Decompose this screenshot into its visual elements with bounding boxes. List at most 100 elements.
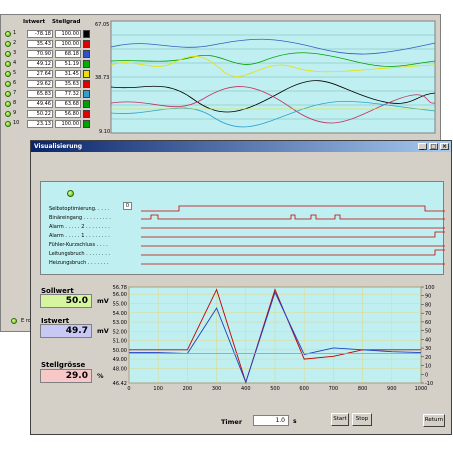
y-tick-label-left: 50.00 bbox=[113, 348, 127, 354]
istwert-cell: 27.64 bbox=[27, 70, 53, 78]
stellgroesse-label: Stellgrösse bbox=[41, 361, 86, 369]
stellgrad-cell: 51.19 bbox=[55, 60, 81, 68]
istwert-cell: 65.83 bbox=[27, 90, 53, 98]
start-button[interactable]: Start bbox=[331, 413, 349, 426]
y-tick-label-left: 49.00 bbox=[113, 357, 127, 363]
y-tick-label-left: 56.78 bbox=[113, 285, 127, 291]
istwert-cell: 49.12 bbox=[27, 60, 53, 68]
channel-row[interactable]: 6 29.62 35.63 bbox=[5, 80, 93, 89]
signal-label: Alarm . . . . . 2 . . . . . . . . bbox=[49, 224, 110, 230]
channel-color-swatch[interactable] bbox=[83, 50, 90, 58]
y-tick-label-right: 20 bbox=[425, 355, 431, 361]
stellgrad-column-header: Stellgrad bbox=[52, 19, 81, 25]
channel-led bbox=[5, 41, 11, 47]
y-tick-label-right: 60 bbox=[425, 320, 431, 326]
timer-unit: s bbox=[293, 418, 297, 425]
y-tick-label-left: 46.42 bbox=[113, 381, 127, 387]
timer-input[interactable]: 1.0 bbox=[253, 415, 289, 426]
channel-row[interactable]: 3 70.90 68.18 bbox=[5, 50, 93, 59]
istwert-cell: 23.13 bbox=[27, 120, 53, 128]
signal-label: Heizungsbruch . . . . . . . bbox=[49, 260, 109, 266]
channel-number: 5 bbox=[13, 70, 17, 76]
signal-traces bbox=[141, 205, 445, 265]
stellgrad-cell: 100.00 bbox=[55, 120, 81, 128]
channel-number: 6 bbox=[13, 80, 17, 86]
y-bottom-label: 9.10 bbox=[99, 129, 110, 135]
y-tick-label-left: 54.00 bbox=[113, 311, 127, 317]
channel-color-swatch[interactable] bbox=[83, 120, 90, 128]
stellgrad-cell: 68.18 bbox=[55, 50, 81, 58]
status-led bbox=[11, 318, 17, 324]
channel-color-swatch[interactable] bbox=[83, 70, 90, 78]
y-tick-label-left: 48.00 bbox=[113, 366, 127, 372]
stellgrad-cell: 100.00 bbox=[55, 30, 81, 38]
channel-number: 9 bbox=[13, 110, 17, 116]
channel-row[interactable]: 5 27.64 31.45 bbox=[5, 70, 93, 79]
channel-led bbox=[5, 121, 11, 127]
y-tick-label-right: 80 bbox=[425, 302, 431, 308]
channel-led bbox=[5, 111, 11, 117]
x-tick-label: 0 bbox=[127, 386, 130, 392]
y-tick-label-right: 10 bbox=[425, 364, 431, 370]
counter-field: 0 bbox=[123, 202, 132, 210]
channel-number: 1 bbox=[13, 30, 17, 36]
channel-color-swatch[interactable] bbox=[83, 40, 90, 48]
istwert-cell: 50.22 bbox=[27, 110, 53, 118]
channel-row[interactable]: 2 35.43 100.00 bbox=[5, 40, 93, 49]
timer-label: Timer bbox=[221, 418, 243, 426]
istwert-value: 49.7 bbox=[40, 324, 92, 338]
y-tick-label-right: 30 bbox=[425, 346, 431, 352]
x-tick-label: 500 bbox=[270, 386, 280, 392]
window-titlebar[interactable]: Visualisierung _ □ × bbox=[31, 141, 451, 152]
y-tick-label-right: 100 bbox=[425, 285, 435, 291]
channel-row[interactable]: 1 -78.18 100.00 bbox=[5, 30, 93, 39]
minimize-button[interactable]: _ bbox=[418, 143, 427, 150]
stellgrad-cell: 56.80 bbox=[55, 110, 81, 118]
y-tick-label-right: 40 bbox=[425, 337, 431, 343]
channel-row[interactable]: 9 50.22 56.80 bbox=[5, 110, 93, 119]
channel-color-swatch[interactable] bbox=[83, 80, 90, 88]
channel-led bbox=[5, 101, 11, 107]
y-tick-label-left: 56.00 bbox=[113, 292, 127, 298]
signal-label: Leitungsbruch . . . . . . . . bbox=[49, 251, 110, 257]
y-tick-label-left: 51.00 bbox=[113, 339, 127, 345]
stellgrad-cell: 63.68 bbox=[55, 100, 81, 108]
signal-label: Alarm . . . . . 1 . . . . . . . . bbox=[49, 233, 110, 239]
maximize-button[interactable]: □ bbox=[429, 143, 438, 150]
y-tick-label-right: 50 bbox=[425, 329, 431, 335]
process-chart: 0 100 200 300 400 500 600 700 800 900 100056.7856.… bbox=[113, 285, 435, 392]
channel-color-swatch[interactable] bbox=[83, 30, 90, 38]
channel-row[interactable]: 8 49.46 63.68 bbox=[5, 100, 93, 109]
istwert-cell: 29.62 bbox=[27, 80, 53, 88]
y-mid-label: 38.73 bbox=[95, 75, 109, 81]
channel-led bbox=[5, 91, 11, 97]
return-button[interactable]: Return bbox=[423, 414, 445, 427]
multi-channel-chart: 67.05 38.73 9.10 bbox=[95, 20, 436, 135]
channel-number: 4 bbox=[13, 60, 17, 66]
x-tick-label: 700 bbox=[329, 386, 339, 392]
channel-row[interactable]: 10 23.13 100.00 bbox=[5, 120, 93, 129]
x-tick-label: 300 bbox=[212, 386, 222, 392]
stop-button[interactable]: Stop bbox=[352, 413, 372, 426]
channel-led bbox=[5, 51, 11, 57]
channel-led bbox=[5, 31, 11, 37]
stellgrad-cell: 77.32 bbox=[55, 90, 81, 98]
y-tick-label-right: 0 bbox=[425, 372, 428, 378]
y-top-label: 67.05 bbox=[95, 22, 109, 28]
window-title: Visualisierung bbox=[34, 143, 83, 150]
y-tick-label-right: 90 bbox=[425, 294, 431, 300]
channel-number: 2 bbox=[13, 40, 17, 46]
close-button[interactable]: × bbox=[440, 143, 449, 150]
channel-color-swatch[interactable] bbox=[83, 100, 90, 108]
channel-color-swatch[interactable] bbox=[83, 90, 90, 98]
channel-number: 7 bbox=[13, 90, 17, 96]
channel-number: 3 bbox=[13, 50, 17, 56]
channel-led bbox=[5, 71, 11, 77]
channel-row[interactable]: 4 49.12 51.19 bbox=[5, 60, 93, 69]
stellgroesse-value: 29.0 bbox=[40, 369, 92, 383]
signals-panel: 0 Selbstoptimierung. . . . . Binäreingang… bbox=[40, 181, 445, 275]
channel-color-swatch[interactable] bbox=[83, 110, 90, 118]
channel-row[interactable]: 7 65.83 77.32 bbox=[5, 90, 93, 99]
signal-label: Fühler-Kurzschluss . . . . bbox=[49, 242, 108, 248]
channel-color-swatch[interactable] bbox=[83, 60, 90, 68]
